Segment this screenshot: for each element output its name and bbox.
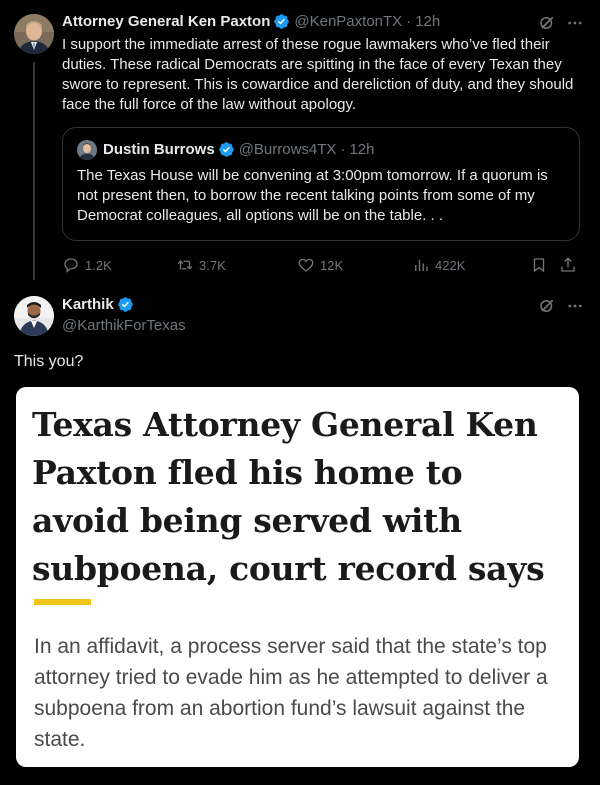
verified-badge-icon (117, 297, 133, 312)
reply-tweet-text: This you? (14, 353, 84, 370)
tweet-main-text: I support the immediate arrest of these … (62, 36, 574, 113)
quoted-timestamp: 12h (349, 141, 375, 158)
views-count: 422K (435, 257, 466, 273)
separator-dot: · (340, 141, 346, 158)
quoted-author-handle: @Burrows4TX (238, 141, 337, 158)
reply-button[interactable]: 1.2K (62, 256, 112, 274)
reply-tweet-header: Karthik (62, 296, 138, 313)
article-headline: Texas Attorney General Ken Paxton fled h… (32, 405, 545, 588)
separator-dot: · (406, 13, 412, 30)
like-count: 12K (320, 257, 344, 273)
views-button[interactable]: 422K (412, 256, 465, 274)
avatar-burrows (77, 140, 97, 160)
verified-badge-icon (274, 14, 290, 29)
avatar-karthik[interactable] (14, 296, 54, 336)
verified-badge-icon (218, 142, 234, 157)
repost-count: 3.7K (199, 257, 226, 273)
reply-tweet-top-icons (538, 297, 584, 315)
reply-author-handle[interactable]: @KarthikForTexas (62, 317, 186, 334)
quoted-tweet-card[interactable]: Dustin Burrows @Burrows4TX · 12h The Tex… (62, 127, 580, 241)
reply-count: 1.2K (85, 257, 112, 273)
more-icon[interactable] (566, 297, 584, 315)
more-icon[interactable] (566, 14, 584, 32)
repost-button[interactable]: 3.7K (176, 256, 226, 274)
grok-icon[interactable] (538, 14, 556, 32)
quoted-author-name: Dustin Burrows (103, 141, 215, 158)
reply-handle-row: @KarthikForTexas (62, 317, 186, 334)
avatar-paxton[interactable] (14, 14, 54, 54)
grok-icon[interactable] (538, 297, 556, 315)
reply-author-name[interactable]: Karthik (62, 296, 114, 313)
bookmark-icon (533, 258, 545, 273)
article-screenshot-image[interactable]: Texas Attorney General Ken Paxton fled h… (16, 387, 579, 767)
quoted-tweet-text: The Texas House will be convening at 3:0… (77, 167, 548, 224)
like-icon (298, 258, 314, 272)
article-accent-rule (34, 599, 91, 605)
repost-icon (177, 259, 193, 270)
article-summary: In an affidavit, a process server said t… (34, 635, 548, 751)
like-button[interactable]: 12K (297, 256, 343, 274)
bookmark-button[interactable] (530, 256, 553, 274)
author-name[interactable]: Attorney General Ken Paxton (62, 13, 270, 30)
views-icon (415, 259, 428, 271)
share-button[interactable] (559, 256, 582, 274)
tweet-main-header: Attorney General Ken Paxton @KenPaxtonTX… (62, 13, 440, 30)
thread-connector-line (33, 62, 35, 280)
tweet-action-bar: 1.2K 3.7K 12K 422K (62, 254, 582, 276)
quoted-tweet-header: Dustin Burrows @Burrows4TX · 12h (103, 141, 374, 158)
reply-icon (64, 258, 78, 273)
tweet-main-top-icons (538, 14, 584, 32)
timestamp[interactable]: 12h (415, 13, 440, 30)
author-handle[interactable]: @KenPaxtonTX (294, 13, 402, 30)
share-icon (561, 257, 575, 272)
